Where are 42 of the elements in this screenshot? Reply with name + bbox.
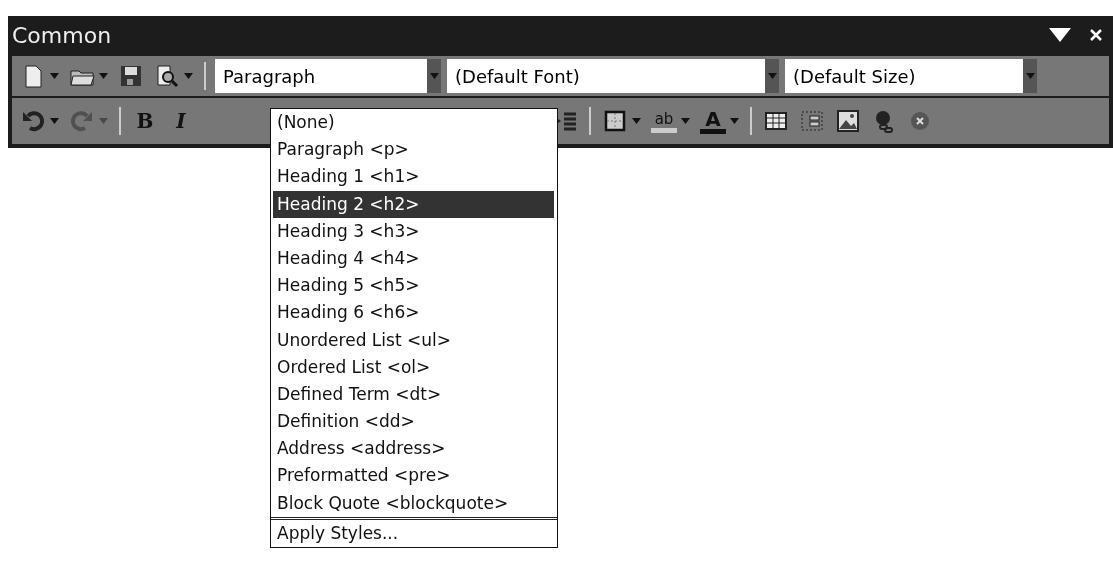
- paragraph-format-dropdown[interactable]: Paragraph: [215, 59, 441, 93]
- dropdown-triangle-icon[interactable]: [1049, 28, 1071, 42]
- caret-icon[interactable]: [99, 73, 108, 79]
- caret-icon[interactable]: [632, 118, 641, 124]
- caret-icon[interactable]: [767, 73, 777, 79]
- menu-item[interactable]: Defined Term <dt>: [271, 380, 557, 409]
- redo-icon: [69, 108, 95, 134]
- font-color-button[interactable]: A: [698, 106, 741, 136]
- dotted-layer-icon: [799, 108, 825, 134]
- menu-item[interactable]: Unordered List <ul>: [271, 326, 557, 354]
- menu-item[interactable]: Ordered List <ol>: [271, 353, 557, 381]
- caret-icon[interactable]: [429, 73, 439, 79]
- menu-item[interactable]: Heading 4 <h4>: [271, 244, 557, 273]
- italic-button[interactable]: I: [166, 107, 196, 135]
- caret-icon[interactable]: [1025, 73, 1035, 79]
- caret-icon[interactable]: [50, 73, 59, 79]
- font-dropdown[interactable]: (Default Font): [447, 59, 779, 93]
- menu-item[interactable]: Heading 5 <h5>: [271, 272, 557, 300]
- menu-item[interactable]: Heading 2 <h2>: [273, 190, 554, 218]
- menu-item[interactable]: Block Quote <blockquote>: [271, 489, 557, 517]
- highlight-button[interactable]: ab: [649, 107, 692, 135]
- menu-item[interactable]: Address <address>: [271, 435, 557, 463]
- menu-item[interactable]: Apply Styles...: [271, 519, 557, 547]
- menu-item[interactable]: Heading 3 <h3>: [271, 217, 557, 245]
- caret-icon[interactable]: [184, 73, 193, 79]
- close-icon[interactable]: [1089, 28, 1103, 42]
- caret-icon[interactable]: [681, 118, 690, 124]
- caret-icon[interactable]: [730, 118, 739, 124]
- menu-item[interactable]: Definition <dd>: [271, 408, 557, 436]
- caret-icon[interactable]: [50, 118, 59, 124]
- picture-icon: [835, 108, 861, 134]
- bold-button[interactable]: B: [130, 107, 160, 135]
- menu-item[interactable]: (None): [271, 109, 557, 137]
- menu-item[interactable]: Heading 6 <h6>: [271, 299, 557, 327]
- menu-item[interactable]: Paragraph <p>: [271, 136, 557, 164]
- magnifier-document-icon: [154, 63, 180, 89]
- undo-icon: [20, 108, 46, 134]
- size-dropdown[interactable]: (Default Size): [785, 59, 1037, 93]
- menu-item[interactable]: Preformatted <pre>: [271, 462, 557, 490]
- panel-title: Common: [12, 22, 113, 48]
- border-grid-icon: [602, 108, 628, 134]
- menu-item[interactable]: Heading 1 <h1>: [271, 163, 557, 191]
